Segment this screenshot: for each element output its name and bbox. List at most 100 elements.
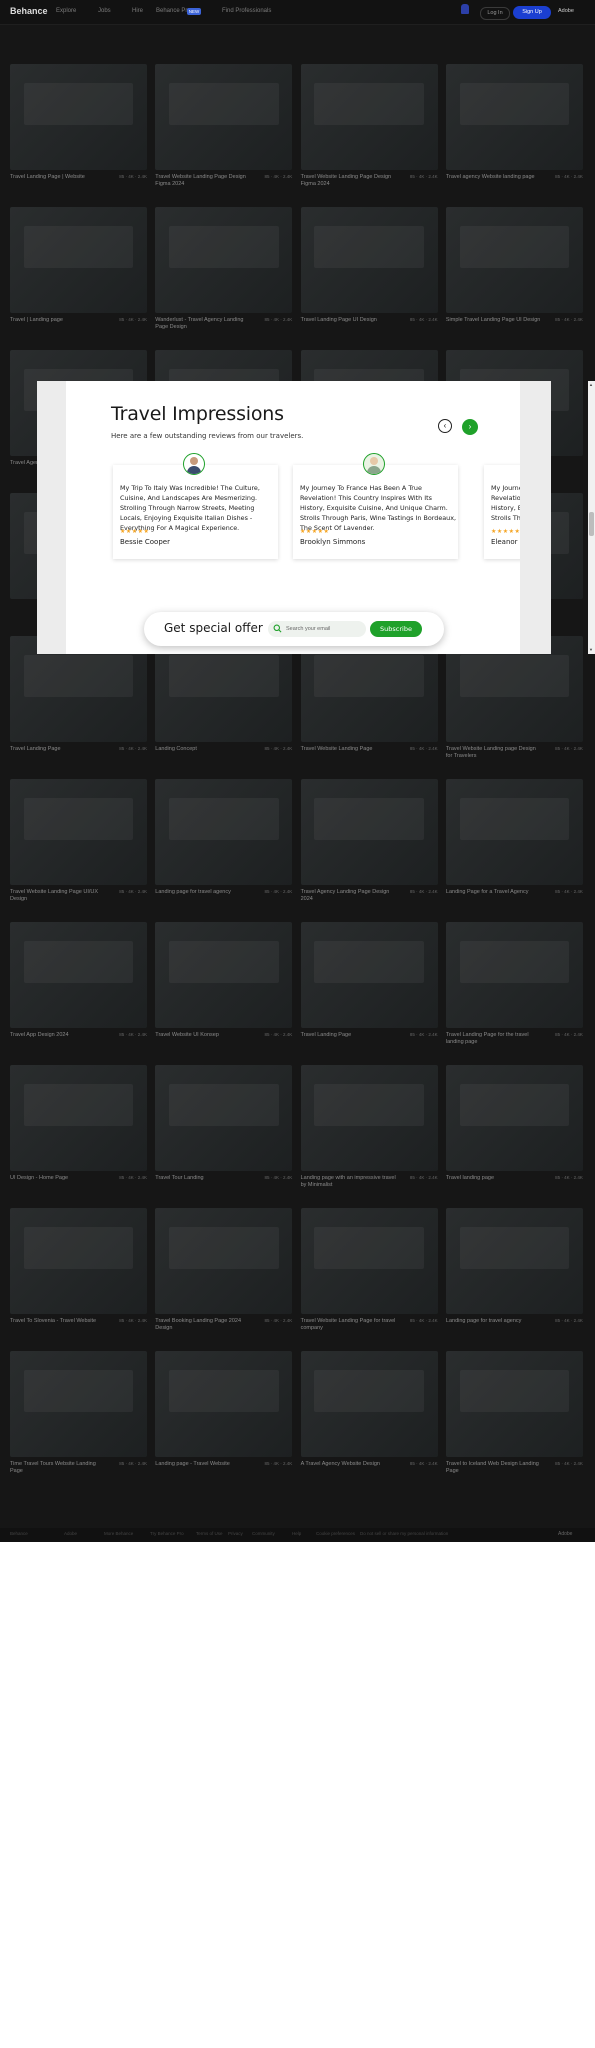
- project-thumbnail[interactable]: [155, 207, 293, 313]
- project-title[interactable]: A Travel Agency Website Design: [301, 1461, 397, 1468]
- project-title[interactable]: Travel Landing Page: [10, 746, 106, 753]
- project-title[interactable]: Landing Concept: [155, 746, 251, 753]
- project-thumbnail[interactable]: [300, 207, 438, 313]
- footer-link[interactable]: More Behance: [104, 1531, 133, 1536]
- project-card[interactable]: Travel Website Landing Page 85 · 4K · 2.4…: [300, 636, 438, 779]
- project-card[interactable]: Travel Agency Landing Page Design 2024 85…: [300, 779, 438, 922]
- project-thumbnail[interactable]: [300, 1065, 438, 1171]
- project-title[interactable]: Travel App Design 2024: [10, 1032, 106, 1039]
- project-title[interactable]: Travel To Slovenia - Travel Website: [10, 1318, 106, 1325]
- project-card[interactable]: Simple Travel Landing Page UI Design 85 ·…: [445, 207, 583, 350]
- project-title[interactable]: UI Design - Home Page: [10, 1175, 106, 1182]
- project-card[interactable]: Time Travel Tours Website Landing Page 85…: [10, 1351, 147, 1494]
- project-card[interactable]: Wanderlust - Travel Agency Landing Page …: [155, 207, 293, 350]
- project-card[interactable]: Travel Landing Page UI Design 85 · 4K · 2…: [300, 207, 438, 350]
- project-card[interactable]: Landing Page for a Travel Agency 85 · 4K …: [445, 779, 583, 922]
- notification-icon[interactable]: [461, 4, 469, 14]
- nav-behance-pro[interactable]: Behance Pro: [156, 8, 191, 14]
- project-card[interactable]: Travel Website Landing page Design for T…: [445, 636, 583, 779]
- footer-link[interactable]: Help: [292, 1531, 301, 1536]
- project-card[interactable]: Travel Website UI Konsep 85 · 4K · 2.4K: [155, 922, 293, 1065]
- nav-find-professionals[interactable]: Find Professionals: [222, 8, 271, 14]
- project-card[interactable]: Travel Landing Page 85 · 4K · 2.4K: [10, 636, 147, 779]
- project-thumbnail[interactable]: [445, 64, 583, 170]
- project-thumbnail[interactable]: [155, 64, 293, 170]
- project-title[interactable]: Travel Website Landing Page for travel c…: [301, 1318, 397, 1331]
- scroll-up-icon[interactable]: ▲: [589, 382, 593, 387]
- footer-link[interactable]: Try Behance Pro: [150, 1531, 184, 1536]
- project-title[interactable]: Travel Landing Page UI Design: [301, 317, 397, 324]
- project-title[interactable]: Travel Landing Page: [301, 1032, 397, 1039]
- project-title[interactable]: Travel Tour Landing: [155, 1175, 251, 1182]
- project-card[interactable]: Travel Website Landing Page for travel c…: [300, 1208, 438, 1351]
- adobe-link[interactable]: Adobe: [558, 8, 574, 14]
- nav-jobs[interactable]: Jobs: [98, 8, 111, 14]
- project-thumbnail[interactable]: [300, 922, 438, 1028]
- project-thumbnail[interactable]: [10, 1351, 147, 1457]
- login-button[interactable]: Log In: [480, 7, 510, 20]
- project-card[interactable]: Travel To Slovenia - Travel Website 85 · …: [10, 1208, 147, 1351]
- project-thumbnail[interactable]: [10, 64, 147, 170]
- project-thumbnail[interactable]: [445, 1208, 583, 1314]
- signup-button[interactable]: Sign Up: [513, 6, 551, 19]
- project-title[interactable]: Travel to Iceland Web Design Landing Pag…: [446, 1461, 542, 1474]
- project-title[interactable]: Travel agency Website landing page: [446, 174, 542, 181]
- project-card[interactable]: Travel Tour Landing 85 · 4K · 2.4K: [155, 1065, 293, 1208]
- carousel-prev-button[interactable]: ‹: [438, 419, 452, 433]
- project-title[interactable]: Travel Agency Landing Page Design 2024: [301, 889, 397, 902]
- project-card[interactable]: Travel Website Landing Page UI/UX Design…: [10, 779, 147, 922]
- footer-adobe-logo[interactable]: Adobe: [558, 1531, 572, 1537]
- project-title[interactable]: Landing page with an impressive travel b…: [301, 1175, 397, 1188]
- project-title[interactable]: Landing Page for a Travel Agency: [446, 889, 542, 896]
- project-thumbnail[interactable]: [155, 1351, 293, 1457]
- project-title[interactable]: Travel Website Landing Page: [301, 746, 397, 753]
- project-thumbnail[interactable]: [300, 1208, 438, 1314]
- project-thumbnail[interactable]: [10, 779, 147, 885]
- project-thumbnail[interactable]: [155, 1208, 293, 1314]
- project-thumbnail[interactable]: [155, 1065, 293, 1171]
- email-input[interactable]: [286, 621, 364, 637]
- project-card[interactable]: Travel landing page 85 · 4K · 2.4K: [445, 1065, 583, 1208]
- project-title[interactable]: Travel Website Landing Page Design Figma…: [301, 174, 397, 187]
- project-card[interactable]: UI Design - Home Page 85 · 4K · 2.4K: [10, 1065, 147, 1208]
- project-thumbnail[interactable]: [10, 1065, 147, 1171]
- project-card[interactable]: Travel Website Landing Page Design Figma…: [155, 64, 293, 207]
- footer-link[interactable]: Community: [252, 1531, 275, 1536]
- project-title[interactable]: Landing page - Travel Website: [155, 1461, 251, 1468]
- project-title[interactable]: Time Travel Tours Website Landing Page: [10, 1461, 106, 1474]
- project-thumbnail[interactable]: [300, 779, 438, 885]
- project-title[interactable]: Travel landing page: [446, 1175, 542, 1182]
- nav-explore[interactable]: Explore: [56, 8, 76, 14]
- footer-link[interactable]: Cookie preferences: [316, 1531, 355, 1536]
- project-card[interactable]: Travel Website Landing Page Design Figma…: [300, 64, 438, 207]
- project-card[interactable]: Landing page with an impressive travel b…: [300, 1065, 438, 1208]
- nav-hire[interactable]: Hire: [132, 8, 143, 14]
- project-title[interactable]: Travel Website Landing Page UI/UX Design: [10, 889, 106, 902]
- project-thumbnail[interactable]: [155, 779, 293, 885]
- project-card[interactable]: Travel App Design 2024 85 · 4K · 2.4K: [10, 922, 147, 1065]
- project-thumbnail[interactable]: [10, 922, 147, 1028]
- project-title[interactable]: Landing page for travel agency: [446, 1318, 542, 1325]
- project-title[interactable]: Travel | Landing page: [10, 317, 106, 324]
- project-card[interactable]: Travel Booking Landing Page 2024 Design 8…: [155, 1208, 293, 1351]
- project-thumbnail[interactable]: [445, 922, 583, 1028]
- footer-link[interactable]: Behance: [10, 1531, 28, 1536]
- project-card[interactable]: Travel | Landing page 85 · 4K · 2.4K: [10, 207, 147, 350]
- project-thumbnail[interactable]: [445, 207, 583, 313]
- footer-link[interactable]: Do not sell or share my personal informa…: [360, 1531, 448, 1536]
- project-card[interactable]: Travel Landing Page | Website 85 · 4K · 2…: [10, 64, 147, 207]
- project-card[interactable]: Landing page for travel agency 85 · 4K · …: [155, 779, 293, 922]
- project-title[interactable]: Simple Travel Landing Page UI Design: [446, 317, 542, 324]
- project-card[interactable]: Travel Landing Page for the travel landi…: [445, 922, 583, 1065]
- project-thumbnail[interactable]: [10, 1208, 147, 1314]
- project-card[interactable]: Travel Landing Page 85 · 4K · 2.4K: [300, 922, 438, 1065]
- project-thumbnail[interactable]: [445, 1351, 583, 1457]
- footer-link[interactable]: Adobe: [64, 1531, 77, 1536]
- project-thumbnail[interactable]: [155, 922, 293, 1028]
- project-title[interactable]: Travel Website Landing page Design for T…: [446, 746, 542, 759]
- project-thumbnail[interactable]: [300, 1351, 438, 1457]
- project-title[interactable]: Travel Website UI Konsep: [155, 1032, 251, 1039]
- subscribe-button[interactable]: Subscribe: [370, 621, 422, 637]
- scrollbar-thumb[interactable]: [589, 512, 594, 536]
- project-title[interactable]: Travel Website Landing Page Design Figma…: [155, 174, 251, 187]
